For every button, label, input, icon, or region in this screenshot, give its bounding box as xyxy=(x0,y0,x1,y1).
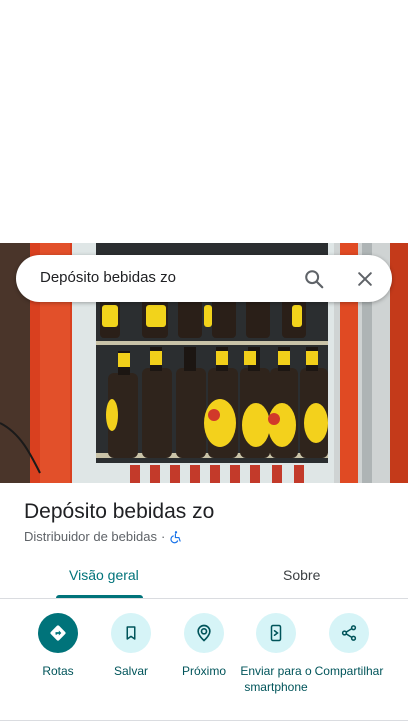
nearby-label: Próximo xyxy=(181,664,226,678)
share-label: Compartilhar xyxy=(314,664,384,678)
nearby-button[interactable]: Próximo xyxy=(168,613,240,679)
bookmark-icon xyxy=(111,613,151,653)
send-to-phone-label: Enviar para o smartphone xyxy=(240,664,312,694)
search-icon xyxy=(305,270,324,289)
send-to-phone-icon xyxy=(256,613,296,653)
place-subtitle: Distribuidor de bebidas · xyxy=(24,529,183,544)
directions-button[interactable]: Rotas xyxy=(22,613,94,679)
share-button[interactable]: Compartilhar xyxy=(313,613,385,679)
save-button[interactable]: Salvar xyxy=(95,613,167,679)
search-button[interactable] xyxy=(298,263,330,295)
map-blank-area xyxy=(0,0,408,243)
directions-label: Rotas xyxy=(42,664,74,678)
search-bar[interactable]: Depósito bebidas zo xyxy=(16,255,392,302)
share-icon xyxy=(329,613,369,653)
search-input[interactable]: Depósito bebidas zo xyxy=(40,269,176,286)
send-to-phone-button[interactable]: Enviar para o smartphone xyxy=(240,613,312,695)
tab-about[interactable]: Sobre xyxy=(283,567,320,599)
actions-divider xyxy=(0,720,408,721)
save-label: Salvar xyxy=(113,664,148,678)
directions-icon xyxy=(38,613,78,653)
place-category: Distribuidor de bebidas xyxy=(24,529,157,544)
separator-dot: · xyxy=(160,529,166,544)
close-icon xyxy=(358,272,372,286)
place-title: Depósito bebidas zo xyxy=(24,500,215,523)
tabs-divider xyxy=(0,598,408,599)
nearby-icon xyxy=(184,613,224,653)
wheelchair-icon xyxy=(169,530,183,544)
clear-button[interactable] xyxy=(349,263,381,295)
